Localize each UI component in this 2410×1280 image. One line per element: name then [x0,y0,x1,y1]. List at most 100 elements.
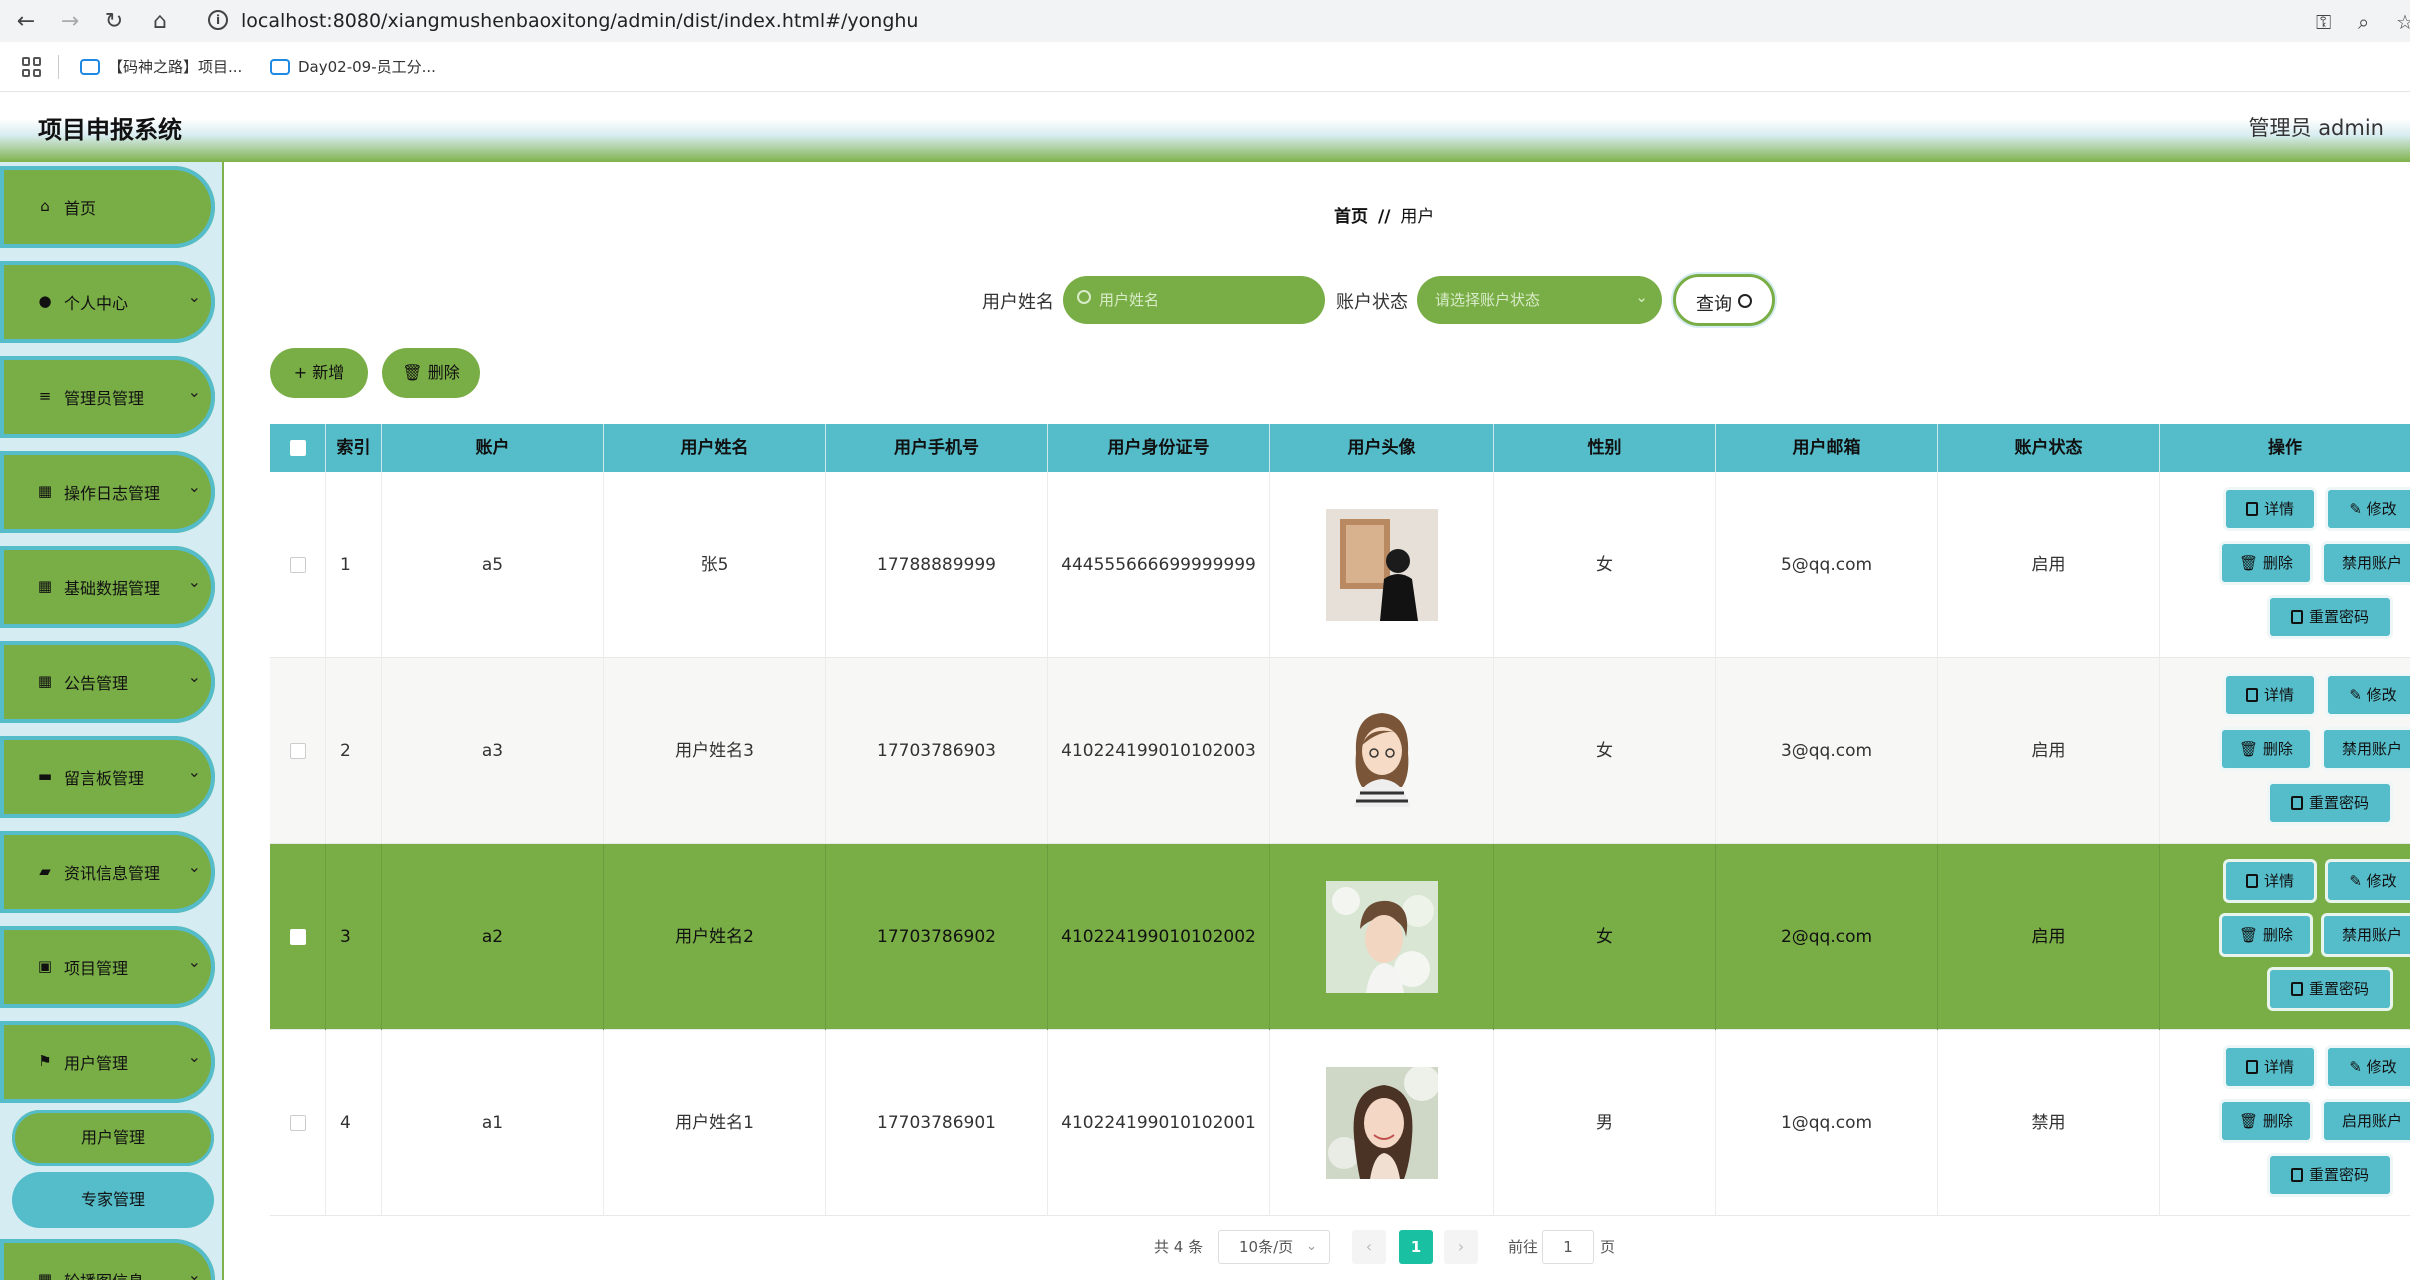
reset-password-button[interactable]: 重置密码 [2270,784,2390,822]
avatar[interactable] [1326,509,1438,621]
sidebar-item-messageboard[interactable]: ▬ 留言板管理 ⌄ [0,736,215,818]
pencil-icon: ✎ [2349,500,2362,518]
chevron-down-icon: ⌄ [1635,288,1648,306]
toggle-account-button[interactable]: 启用账户 [2324,1102,2410,1140]
sidebar-item-basedata[interactable]: ▦ 基础数据管理 ⌄ [0,546,215,628]
pencil-icon: ✎ [2349,1058,2362,1076]
row-checkbox[interactable] [289,743,306,759]
search-name-placeholder: 用户姓名 [1099,291,1160,309]
edit-button[interactable]: ✎ 修改 [2328,1048,2410,1086]
row-checkbox[interactable] [289,557,306,573]
forward-icon[interactable]: → [56,8,84,36]
search-name-input[interactable]: 用户姓名 [1063,276,1325,324]
edit-label: 修改 [2366,686,2397,704]
avatar[interactable] [1326,695,1438,807]
sidebar-item-user[interactable]: ⚑ 用户管理 ⌄ [0,1021,215,1103]
next-page-button[interactable]: › [1444,1230,1478,1264]
document-icon [2245,688,2258,702]
zoom-icon[interactable]: ⌕ [2358,10,2369,34]
home-icon[interactable]: ⌂ [146,8,174,36]
user-icon: ● [38,292,52,310]
current-user[interactable]: 管理员 admin [2249,112,2384,142]
delete-button[interactable]: 🗑 删除 [2222,730,2310,768]
cell-operations: 详情 ✎ 修改 🗑 删除 禁用账户 重置密码 [2160,844,2410,1030]
sidebar-item-project[interactable]: ▣ 项目管理 ⌄ [0,926,215,1008]
add-button[interactable]: + 新增 [270,348,368,398]
trash-icon: 🗑 [2239,1112,2259,1130]
chevron-down-icon: ⌄ [187,477,201,496]
grid-icon: ▦ [37,577,53,595]
detail-button[interactable]: 详情 [2226,676,2314,714]
address-bar[interactable]: i localhost:8080/xiangmushenbaoxitong/ad… [196,4,2316,38]
detail-label: 详情 [2263,500,2294,518]
edit-button[interactable]: ✎ 修改 [2328,676,2410,714]
table-header: 索引 账户 用户姓名 用户手机号 用户身份证号 用户头像 性别 用户邮箱 账户状… [270,424,2410,472]
goto-page-input[interactable]: 1 [1542,1230,1594,1264]
edit-button[interactable]: ✎ 修改 [2328,490,2410,528]
row-select-cell [270,844,326,1030]
sidebar-item-home[interactable]: ⌂ 首页 [0,166,215,248]
row-checkbox[interactable] [289,1115,306,1131]
sidebar-item-personal-center[interactable]: ● 个人中心 ⌄ [0,261,215,343]
delete-label: 删除 [2262,1112,2293,1130]
cell-name: 用户姓名3 [604,658,826,844]
key-icon[interactable]: ⚿ [2316,10,2331,34]
toggle-account-button[interactable]: 禁用账户 [2324,916,2410,954]
avatar[interactable] [1326,1067,1438,1179]
sidebar-item-admin[interactable]: ≡ 管理员管理 ⌄ [0,356,215,438]
select-all-checkbox[interactable] [289,440,306,456]
delete-button[interactable]: 🗑 删除 [2222,1102,2310,1140]
reset-password-label: 重置密码 [2308,794,2369,812]
bookmark-item[interactable]: 【码神之路】项目... [80,56,242,78]
apps-icon[interactable] [22,57,42,77]
sidebar-item-label: 公告管理 [64,674,129,693]
grid-icon: ▦ [37,1270,53,1280]
sidebar-item-news[interactable]: ▰ 资讯信息管理 ⌄ [0,831,215,913]
bookmark-item[interactable]: Day02-09-员工分... [270,56,436,78]
detail-button[interactable]: 详情 [2226,862,2314,900]
reload-icon[interactable]: ↻ [100,8,128,36]
batch-delete-button[interactable]: 🗑 删除 [382,348,480,398]
cell-operations: 详情 ✎ 修改 🗑 删除 启用账户 重置密码 [2160,1030,2410,1216]
detail-button[interactable]: 详情 [2226,490,2314,528]
breadcrumb-separator: // [1378,207,1391,227]
sidebar-item-notice[interactable]: ▦ 公告管理 ⌄ [0,641,215,723]
bilibili-icon [80,59,100,75]
avatar[interactable] [1326,881,1438,993]
toggle-account-button[interactable]: 禁用账户 [2324,544,2410,582]
toggle-account-button[interactable]: 禁用账户 [2324,730,2410,768]
submenu-user-manage[interactable]: 用户管理 [12,1110,214,1166]
star-icon[interactable]: ☆ [2396,10,2410,34]
trash-icon: 🗑 [2239,554,2259,572]
chevron-down-icon: ⌄ [187,1047,201,1066]
col-header: 账户状态 [1938,424,2160,472]
breadcrumb-home[interactable]: 首页 [1334,207,1368,227]
reset-password-button[interactable]: 重置密码 [2270,1156,2390,1194]
list-icon: ≡ [38,387,52,405]
document-icon [2290,982,2303,996]
query-button[interactable]: 查询 [1673,274,1775,326]
app-header: 项目申报系统 管理员 admin [0,92,2410,162]
status-select[interactable]: 请选择账户状态 ⌄ [1417,276,1662,324]
reset-password-button[interactable]: 重置密码 [2270,598,2390,636]
submenu-expert-manage[interactable]: 专家管理 [12,1172,214,1228]
cell-status: 启用 [1938,844,2160,1030]
edit-label: 修改 [2366,1058,2397,1076]
row-checkbox[interactable] [289,929,306,945]
back-icon[interactable]: ← [12,8,40,36]
chevron-down-icon: ⌄ [1306,1239,1317,1254]
cell-email: 3@qq.com [1716,658,1938,844]
page-number-active[interactable]: 1 [1399,1230,1433,1264]
detail-button[interactable]: 详情 [2226,1048,2314,1086]
prev-page-button[interactable]: ‹ [1352,1230,1386,1264]
reset-password-button[interactable]: 重置密码 [2270,970,2390,1008]
site-info-icon[interactable]: i [208,10,228,30]
page-size-select[interactable]: 10条/页 ⌄ [1218,1230,1330,1264]
sidebar-item-carousel[interactable]: ▦ 轮播图信息 ⌄ [0,1239,215,1280]
cell-phone: 17703786902 [826,844,1048,1030]
sidebar-item-label: 首页 [64,199,97,218]
delete-button[interactable]: 🗑 删除 [2222,544,2310,582]
sidebar-item-oplog[interactable]: ▦ 操作日志管理 ⌄ [0,451,215,533]
edit-button[interactable]: ✎ 修改 [2328,862,2410,900]
delete-button[interactable]: 🗑 删除 [2222,916,2310,954]
